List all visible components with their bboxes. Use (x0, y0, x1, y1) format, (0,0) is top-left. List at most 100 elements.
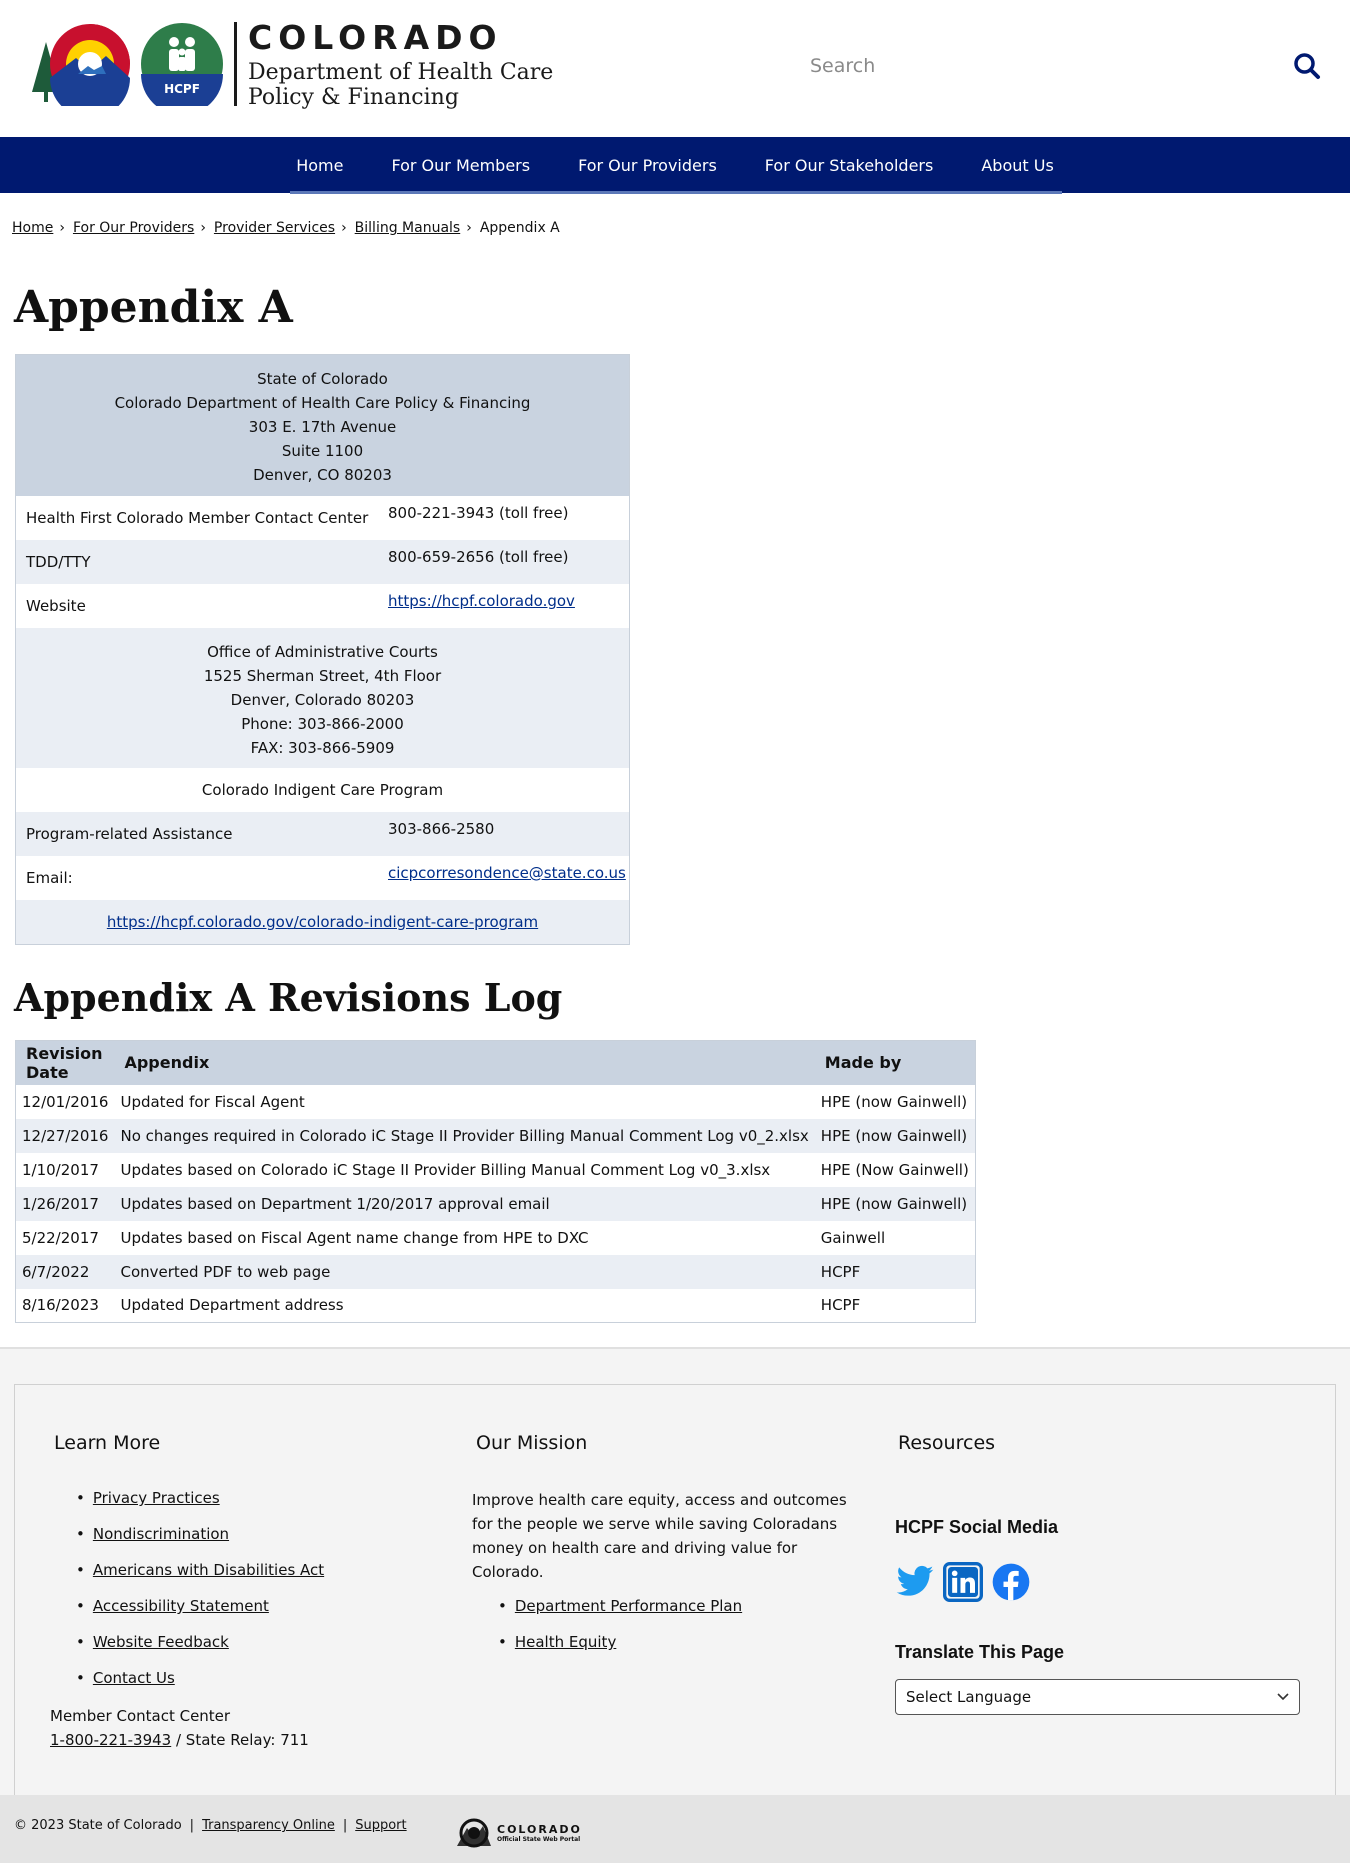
member-contact-center: Member Contact Center 1-800-221-3943 / S… (50, 1704, 309, 1752)
bottom-separator: | (342, 1818, 348, 1833)
list-item: Department Performance Plan (498, 1588, 742, 1624)
office-line: Office of Administrative Courts (207, 643, 438, 661)
table-header-row: Revision Date Appendix Made by (15, 1040, 976, 1085)
table-cell: Converted PDF to web page (114, 1254, 815, 1289)
breadcrumb: Home › For Our Providers › Provider Serv… (12, 220, 560, 236)
language-select[interactable]: Select Language (895, 1679, 1300, 1715)
contact-key: Email: (26, 869, 73, 887)
list-item: Website Feedback (76, 1624, 324, 1660)
contact-row: TDD/TTY 800-659-2656 (toll free) (16, 540, 629, 584)
state-web-portal-logo[interactable]: COLORADO Official State Web Portal (455, 1818, 582, 1848)
nav-home[interactable]: Home (272, 156, 367, 175)
hcpf-logo-icon[interactable]: HCPF (140, 22, 224, 106)
table-cell: Updates based on Department 1/20/2017 ap… (114, 1186, 815, 1221)
performance-plan-link[interactable]: Department Performance Plan (515, 1597, 742, 1615)
office-line: FAX: 303-866-5909 (250, 739, 395, 757)
revisions-table: Revision Date Appendix Made by 12/01/201… (15, 1040, 976, 1323)
learn-more-list: Privacy Practices Nondiscrimination Amer… (76, 1480, 324, 1696)
contact-key: TDD/TTY (26, 553, 91, 571)
column-header: Revision Date (15, 1040, 115, 1085)
breadcrumb-current: Appendix A (479, 220, 560, 236)
resources-title: Resources (898, 1432, 996, 1454)
twitter-icon[interactable] (895, 1562, 935, 1602)
contact-table: State of Colorado Colorado Department of… (15, 354, 630, 945)
list-item: Privacy Practices (76, 1480, 324, 1516)
breadcrumb-separator: › (341, 220, 347, 236)
cicp-link-row: https://hcpf.colorado.gov/colorado-indig… (16, 900, 629, 944)
table-cell: Updates based on Fiscal Agent name chang… (120, 1228, 589, 1247)
accessibility-link[interactable]: Accessibility Statement (93, 1597, 269, 1615)
email-link[interactable]: cicpcorresondence@state.co.us (388, 864, 626, 882)
table-cell: 8/16/2023 (22, 1296, 99, 1315)
table-cell: Updated for Fiscal Agent (120, 1092, 305, 1111)
list-item: Contact Us (76, 1660, 324, 1696)
contact-value: 800-659-2656 (toll free) (388, 548, 569, 566)
main-nav: Home For Our Members For Our Providers F… (0, 137, 1350, 193)
transparency-online-link[interactable]: Transparency Online (202, 1818, 335, 1833)
contact-key: Health First Colorado Member Contact Cen… (26, 509, 369, 527)
office-line: 1525 Sherman Street, 4th Floor (203, 667, 442, 685)
table-row: 1/26/2017 Updates based on Department 1/… (15, 1186, 976, 1221)
privacy-practices-link[interactable]: Privacy Practices (93, 1489, 220, 1507)
list-item: Accessibility Statement (76, 1588, 324, 1624)
table-cell: 5/22/2017 (22, 1228, 99, 1247)
column-header: Appendix (114, 1040, 815, 1085)
nondiscrimination-link[interactable]: Nondiscrimination (93, 1525, 229, 1543)
table-cell: 12/01/2016 (22, 1092, 109, 1111)
nav-providers[interactable]: For Our Providers (554, 156, 741, 175)
facebook-icon[interactable] (991, 1562, 1031, 1602)
office-line: Phone: 303-866-2000 (241, 715, 404, 733)
colorado-portal-icon (457, 1818, 491, 1848)
table-cell: HCPF (820, 1296, 861, 1315)
breadcrumb-provider-services[interactable]: Provider Services (214, 220, 335, 236)
hcpf-logo-text: HCPF (164, 82, 200, 96)
contact-us-link[interactable]: Contact Us (93, 1669, 175, 1687)
cicp-link[interactable]: https://hcpf.colorado.gov/colorado-indig… (107, 913, 538, 931)
state-relay: / State Relay: 711 (171, 1731, 309, 1749)
breadcrumb-billing-manuals[interactable]: Billing Manuals (355, 220, 461, 236)
ada-link[interactable]: Americans with Disabilities Act (93, 1561, 324, 1579)
linkedin-icon[interactable] (943, 1562, 983, 1602)
nav-members[interactable]: For Our Members (367, 156, 554, 175)
contact-value: 800-221-3943 (toll free) (388, 504, 569, 522)
table-row: 5/22/2017 Updates based on Fiscal Agent … (16, 1221, 976, 1255)
colorado-logo-icon[interactable] (28, 22, 138, 106)
health-equity-link[interactable]: Health Equity (515, 1633, 616, 1651)
logo-divider (234, 22, 237, 106)
office-line: Denver, Colorado 80203 (230, 691, 415, 709)
table-row: 1/10/2017 Updates based on Colorado iC S… (16, 1153, 976, 1187)
table-cell: Updates based on Colorado iC Stage II Pr… (120, 1160, 771, 1179)
mission-title: Our Mission (476, 1432, 588, 1454)
table-cell: HPE (now Gainwell) (820, 1092, 968, 1111)
contact-row: Website https://hcpf.colorado.gov (16, 584, 629, 628)
site-header: HCPF COLORADO Department of Health Care … (0, 0, 1350, 137)
table-cell: No changes required in Colorado iC Stage… (114, 1118, 815, 1153)
nav-stakeholders[interactable]: For Our Stakeholders (741, 156, 958, 175)
member-contact-label: Member Contact Center (50, 1707, 231, 1725)
search-icon[interactable] (1293, 52, 1321, 80)
website-feedback-link[interactable]: Website Feedback (93, 1633, 229, 1651)
table-cell: 12/27/2016 (15, 1118, 115, 1153)
office-block: Office of Administrative Courts 1525 She… (16, 628, 629, 768)
search-input[interactable] (810, 50, 1270, 82)
nav-about[interactable]: About Us (957, 156, 1077, 175)
breadcrumb-home[interactable]: Home (12, 220, 53, 236)
support-link[interactable]: Support (355, 1818, 406, 1833)
table-row: 8/16/2023 Updated Department address HCP… (16, 1289, 976, 1323)
copyright: © 2023 State of Colorado (14, 1818, 182, 1833)
website-link[interactable]: https://hcpf.colorado.gov (388, 592, 575, 610)
list-item: Health Equity (498, 1624, 742, 1660)
contact-key: Website (26, 597, 86, 615)
contact-row: Health First Colorado Member Contact Cen… (16, 496, 629, 540)
revisions-title: Appendix A Revisions Log (14, 975, 563, 1020)
portal-text: COLORADO Official State Web Portal (497, 1823, 582, 1843)
member-phone-link[interactable]: 1-800-221-3943 (50, 1731, 171, 1749)
column-header: Made by (814, 1040, 976, 1085)
breadcrumb-providers[interactable]: For Our Providers (73, 220, 194, 236)
mission-links: Department Performance Plan Health Equit… (498, 1588, 742, 1660)
contact-head-line: 303 E. 17th Avenue (248, 418, 397, 436)
language-select-value: Select Language (906, 1688, 1032, 1706)
member-contact-phone-line: 1-800-221-3943 / State Relay: 711 (50, 1728, 309, 1752)
table-cell: HPE (now Gainwell) (814, 1186, 976, 1221)
mission-text: Improve health care equity, access and o… (472, 1491, 847, 1581)
